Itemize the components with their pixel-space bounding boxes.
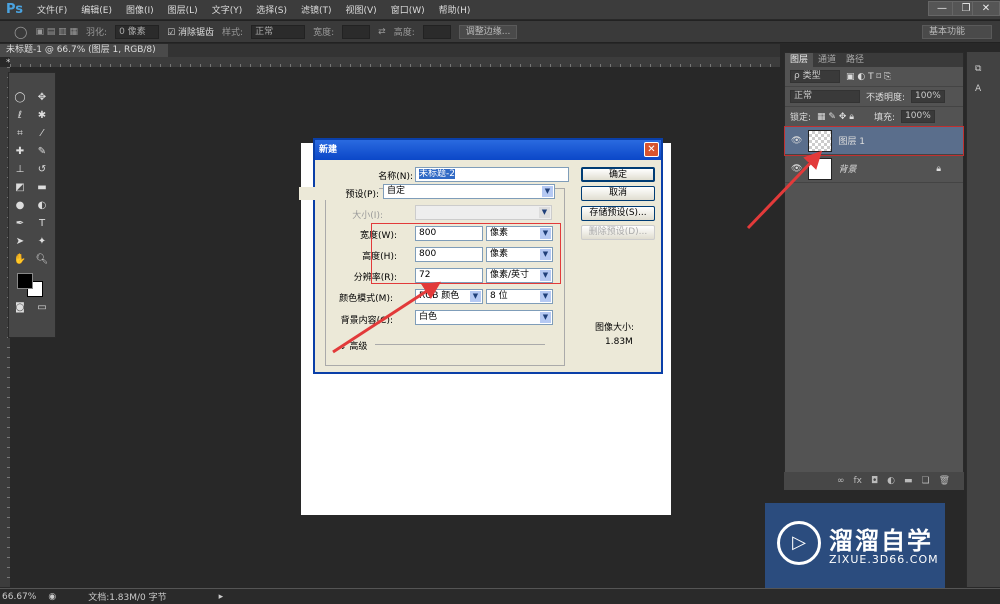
watermark-brand: 溜溜自学 (829, 527, 933, 555)
arrow-to-dimensions (332, 281, 442, 354)
zoom-level[interactable]: 66.67% (2, 592, 36, 602)
play-logo-icon: ▷ (777, 521, 821, 565)
status-info-icon[interactable]: ◉ (48, 592, 56, 602)
watermark: ▷ 溜溜自学 ZIXUE.3D66.COM (765, 503, 945, 588)
status-menu-arrow-icon[interactable]: ▸ (219, 592, 224, 602)
status-bar: 66.67% ◉ 文档:1.83M/0 字节 ▸ (0, 588, 1000, 604)
doc-size: 文档:1.83M/0 字节 (88, 593, 167, 603)
watermark-url: ZIXUE.3D66.COM (829, 553, 939, 566)
arrow-to-layer (746, 150, 823, 230)
